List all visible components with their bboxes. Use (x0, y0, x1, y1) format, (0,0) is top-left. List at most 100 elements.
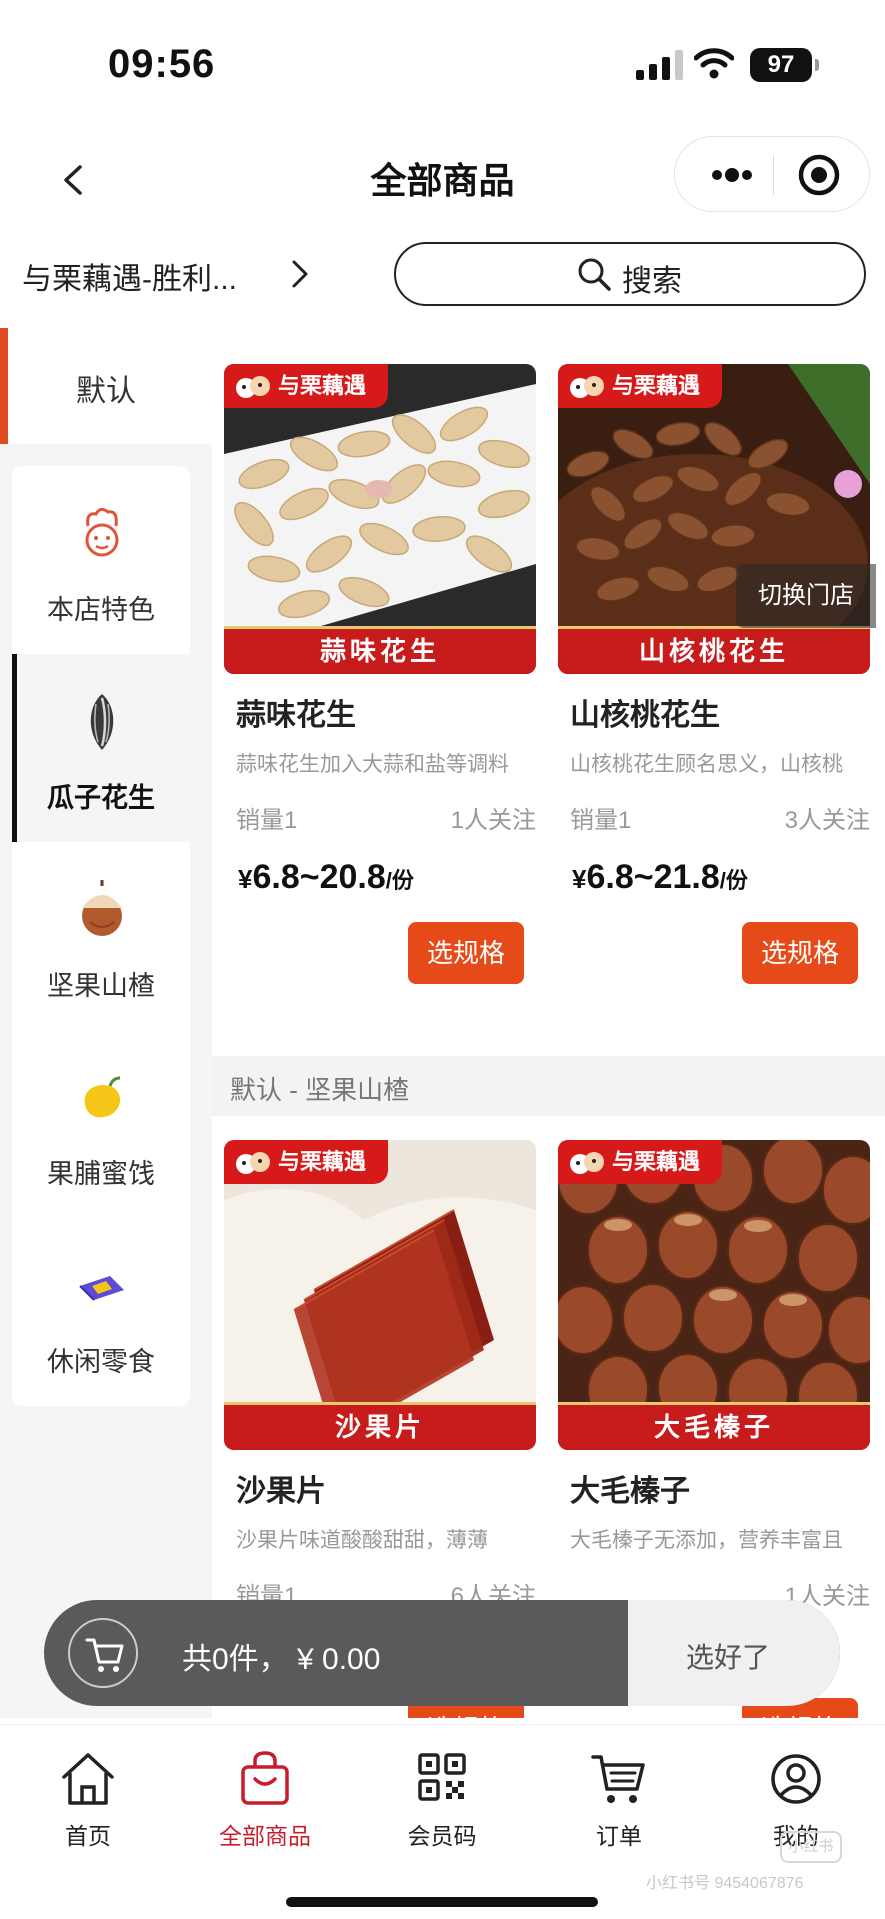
signal-icon (636, 50, 683, 80)
sidebar-item-label: 果脯蜜饯 (47, 1159, 155, 1189)
product-description: 沙果片味道酸酸甜甜，薄薄 (236, 1529, 488, 1552)
product-sales: 销量1 (236, 807, 298, 834)
brand-badge: 与栗藕遇 (224, 1140, 388, 1184)
product-followers: 3人关注 (784, 807, 870, 834)
product-price: ¥6.8~20.8/份 (238, 858, 414, 897)
bottom-tab-bar: 首页 全部商品 会员码 订单 我的 小红书 小红书号 9454067876 (0, 1724, 885, 1919)
watermark-text: 小红书号 9454067876 (646, 1875, 804, 1892)
product-title: 大毛榛子 (570, 1475, 690, 1508)
shopping-bag-icon (241, 1751, 289, 1805)
brand-name: 与栗藕遇 (278, 1149, 367, 1174)
tab-label: 会员码 (407, 1823, 477, 1849)
search-label: 搜索 (622, 265, 682, 298)
brand-mascot-icon (570, 376, 604, 398)
brand-mascot-icon (236, 376, 270, 398)
product-image[interactable]: 与栗藕遇 沙果片 (224, 1140, 536, 1450)
checkout-label: 选好了 (685, 1642, 770, 1673)
category-panel: 本店特色 瓜子花生 坚果山楂 果脯蜜饯 休闲零食 (12, 466, 190, 1406)
product-banner: 蒜味花生 (224, 626, 536, 674)
tab-label: 全部商品 (219, 1823, 311, 1849)
tab-label: 订单 (596, 1823, 642, 1849)
currency-symbol: ¥ (572, 864, 587, 894)
product-followers: 1人关注 (450, 807, 536, 834)
sidebar-item-label: 坚果山楂 (47, 971, 155, 1001)
sidebar-item-default[interactable]: 默认 (0, 328, 212, 444)
search-box[interactable]: 搜索 (394, 242, 866, 306)
product-banner: 山核桃花生 (558, 626, 870, 674)
brand-name: 与栗藕遇 (278, 373, 367, 398)
user-icon (771, 1754, 821, 1804)
search-icon (578, 258, 611, 291)
watermark-logo: 小红书 (780, 1831, 842, 1863)
section-title: 默认 - 坚果山楂 (230, 1075, 410, 1105)
brand-badge: 与栗藕遇 (224, 364, 388, 408)
product-card[interactable]: 与栗藕遇 蒜味花生 蒜味花生 蒜味花生加入大蒜和盐等调料 销量1 1人关注 ¥6… (224, 328, 536, 1018)
cart-bar: 共0件， ¥ 0.00 选好了 (44, 1600, 840, 1706)
tab-all-products[interactable]: 全部商品 (195, 1737, 335, 1857)
price-unit: /份 (385, 868, 414, 893)
status-bar: 09:56 97 (0, 0, 885, 130)
home-icon (62, 1753, 114, 1805)
qr-code-icon (418, 1753, 466, 1801)
sidebar-item-seeds-peanuts[interactable]: 瓜子花生 (12, 654, 190, 842)
product-banner: 大毛榛子 (558, 1402, 870, 1450)
cart-total: 共0件， ¥ 0.00 (182, 1643, 381, 1676)
product-card[interactable]: 与栗藕遇 山核桃花生 山核桃花生 山核桃花生顾名思义，山核桃 销量1 3人关注 … (558, 328, 870, 1018)
sidebar-item-label: 默认 (76, 375, 136, 408)
chef-icon (85, 507, 119, 557)
select-spec-button[interactable]: 选规格 (742, 922, 858, 984)
brand-badge: 与栗藕遇 (558, 1140, 722, 1184)
capsule-divider (773, 155, 774, 195)
wifi-icon (694, 48, 734, 79)
battery-indicator: 97 (750, 48, 819, 82)
product-image[interactable]: 与栗藕遇 蒜味花生 (224, 364, 536, 674)
tab-member-code[interactable]: 会员码 (372, 1737, 512, 1857)
sidebar-item-specialty[interactable]: 本店特色 (12, 466, 190, 654)
brand-name: 与栗藕遇 (612, 373, 701, 398)
tab-orders[interactable]: 订单 (549, 1737, 689, 1857)
checkout-button[interactable]: 选好了 (628, 1600, 840, 1706)
more-dots-icon[interactable] (695, 137, 765, 213)
price-value: 6.8~20.8 (252, 858, 386, 896)
price-value: 6.8~21.8 (586, 858, 720, 896)
product-banner: 沙果片 (224, 1402, 536, 1450)
brand-mascot-icon (570, 1152, 604, 1174)
sidebar-item-dried-fruit[interactable]: 果脯蜜饯 (12, 1030, 190, 1218)
switch-store-button[interactable]: 切换门店 (736, 564, 876, 628)
tab-home[interactable]: 首页 (18, 1737, 158, 1857)
tab-label: 首页 (65, 1823, 111, 1849)
sidebar-item-label: 瓜子花生 (47, 783, 155, 813)
sunflower-seed-icon (90, 694, 114, 750)
product-price: ¥6.8~21.8/份 (572, 858, 748, 897)
sidebar-item-snacks[interactable]: 休闲零食 (12, 1218, 190, 1406)
chevron-right-icon[interactable] (284, 254, 316, 294)
snack-bag-icon (79, 1276, 124, 1301)
mini-program-capsule (674, 136, 870, 212)
currency-symbol: ¥ (238, 864, 253, 894)
sidebar-item-label: 本店特色 (47, 595, 155, 625)
product-description: 大毛榛子无添加，营养丰富且 (570, 1529, 843, 1552)
nav-bar: 全部商品 (0, 130, 885, 230)
product-description: 山核桃花生顾名思义，山核桃 (570, 753, 843, 776)
store-name[interactable]: 与栗藕遇-胜利... (22, 254, 237, 298)
mango-icon (84, 1076, 121, 1118)
category-sidebar: 默认 本店特色 瓜子花生 坚果山楂 果脯蜜饯 休闲零食 (0, 328, 212, 1718)
product-title: 蒜味花生 (236, 699, 356, 732)
product-title: 山核桃花生 (570, 699, 720, 732)
cart-icon (591, 1755, 645, 1803)
close-target-icon[interactable] (781, 137, 861, 213)
product-image[interactable]: 与栗藕遇 大毛榛子 (558, 1140, 870, 1450)
product-list: 与栗藕遇 蒜味花生 蒜味花生 蒜味花生加入大蒜和盐等调料 销量1 1人关注 ¥6… (212, 328, 885, 1718)
sidebar-item-nuts-hawthorn[interactable]: 坚果山楂 (12, 842, 190, 1030)
select-spec-button[interactable]: 选规格 (408, 922, 524, 984)
store-row: 与栗藕遇-胜利... 搜索 (0, 240, 885, 308)
home-indicator (286, 1897, 598, 1907)
status-time: 09:56 (108, 42, 216, 86)
brand-mascot-icon (236, 1152, 270, 1174)
brand-name: 与栗藕遇 (612, 1149, 701, 1174)
hazelnut-icon (82, 880, 122, 936)
price-unit: /份 (719, 868, 748, 893)
cart-button[interactable] (68, 1618, 138, 1688)
product-description: 蒜味花生加入大蒜和盐等调料 (236, 753, 509, 776)
cart-icon (85, 1638, 124, 1672)
